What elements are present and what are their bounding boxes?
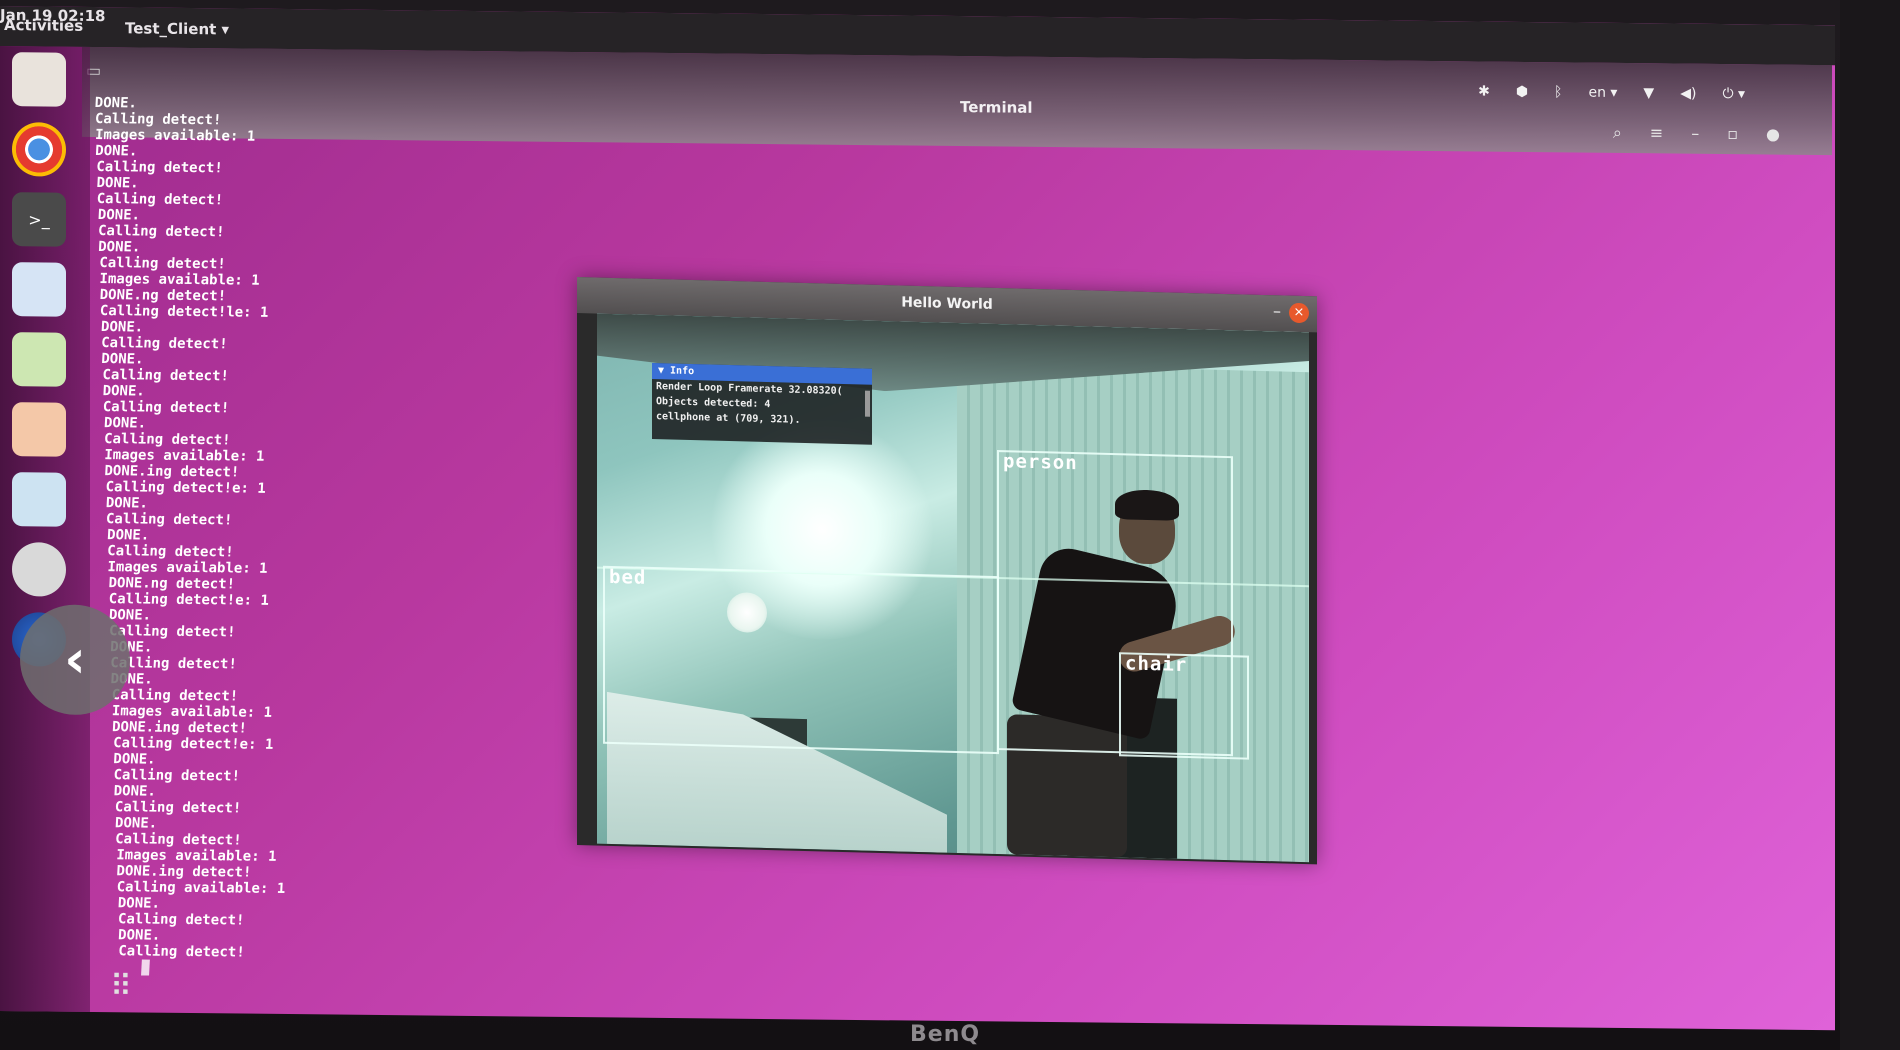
terminal-output[interactable]: DONE. Calling detect! Images available: 1D… [49, 95, 327, 981]
close-icon[interactable]: ● [1766, 124, 1780, 144]
power-icon[interactable]: ⏻ ▾ [1722, 86, 1745, 102]
terminal-cursor [141, 959, 150, 976]
office-icon[interactable] [12, 402, 66, 457]
search-icon[interactable]: ⌕ [1613, 123, 1622, 143]
close-icon[interactable]: × [1289, 302, 1309, 324]
system-tray[interactable]: ✱ ⬢ ᛒ en ▾ ▼ ◀) ⏻ ▾ [1478, 83, 1745, 102]
monitor-brand-logo: BenQ [910, 1022, 981, 1047]
desktop-screen: Activities Test_Client ▾ ▭ Jan 19 02:18 … [0, 6, 1835, 1031]
language-selector[interactable]: en ▾ [1588, 85, 1617, 101]
files-icon[interactable] [12, 52, 66, 107]
chrome-icon[interactable] [12, 122, 66, 177]
text-editor-icon[interactable] [12, 262, 66, 317]
hello-world-window[interactable]: Hello World – × person bed chair ▼ Info … [577, 277, 1317, 865]
hamburger-menu-icon[interactable]: ≡ [1650, 123, 1663, 143]
minimize-icon[interactable]: – [1273, 301, 1281, 320]
camera-feed: person bed chair ▼ Info Render Loop Fram… [597, 313, 1309, 863]
monitor-bezel [1840, 0, 1900, 1050]
detection-label-bed: bed [609, 565, 647, 589]
back-button[interactable]: ‹ [20, 604, 130, 716]
terminal-controls: ⌕ ≡ – ▫ ● [1613, 123, 1780, 145]
maximize-icon[interactable]: ▫ [1727, 124, 1738, 144]
detection-label-chair: chair [1125, 652, 1188, 677]
shield-icon[interactable]: ⬢ [1516, 84, 1528, 100]
minimize-icon[interactable]: – [1691, 124, 1699, 144]
terminal-line: DONE. [106, 527, 150, 544]
detection-box-bed: bed [603, 565, 999, 755]
wifi-icon[interactable]: ▼ [1643, 85, 1654, 101]
info-scrollbar[interactable] [865, 390, 870, 417]
terminal-icon[interactable]: >_ [12, 192, 66, 247]
settings-icon[interactable] [12, 542, 66, 597]
volume-icon[interactable]: ◀) [1680, 86, 1696, 102]
terminal-line: Calling detect! [117, 943, 246, 961]
screenshot-icon[interactable] [12, 472, 66, 527]
detection-box-chair: chair [1119, 652, 1249, 760]
chevron-left-icon: ‹ [64, 629, 86, 690]
bluetooth-icon[interactable]: ᛒ [1554, 84, 1562, 100]
terminal-title: Terminal [960, 98, 1033, 117]
detection-label-person: person [1003, 450, 1078, 475]
info-panel[interactable]: ▼ Info Render Loop Framerate 32.08320( O… [652, 363, 872, 445]
monitor: Activities Test_Client ▾ ▭ Jan 19 02:18 … [0, 0, 1900, 1050]
notification-icon[interactable]: ✱ [1478, 83, 1490, 99]
document-icon[interactable] [12, 332, 66, 387]
terminal-header [82, 46, 1832, 156]
